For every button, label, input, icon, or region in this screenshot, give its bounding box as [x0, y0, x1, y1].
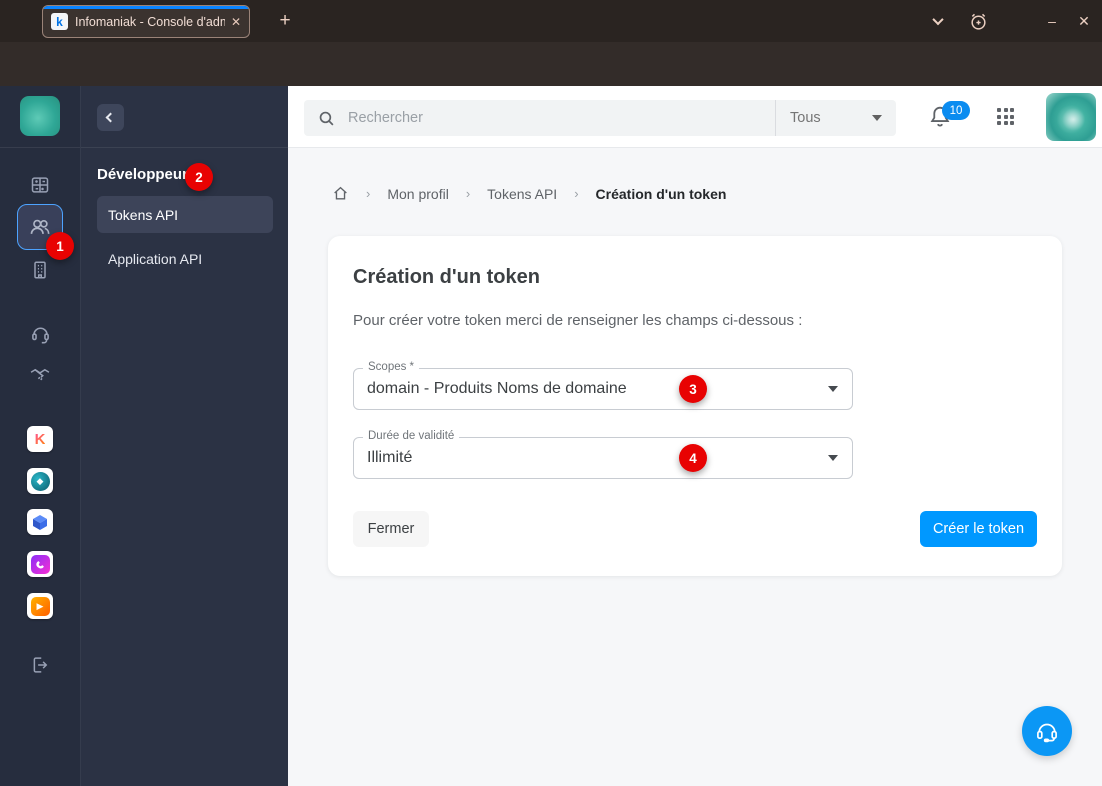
active-tab-indicator	[43, 6, 249, 9]
site-favicon-icon: k	[51, 13, 68, 30]
card-description: Pour créer votre token merci de renseign…	[353, 312, 803, 329]
users-icon[interactable]	[28, 215, 52, 239]
support-fab-button[interactable]	[1022, 706, 1072, 756]
infomaniak-logo[interactable]	[20, 96, 60, 136]
app-call-icon[interactable]	[27, 551, 53, 577]
app-play-icon[interactable]: ▶	[27, 593, 53, 619]
validity-select[interactable]: Durée de validité Illimité	[353, 430, 853, 479]
window-close-button[interactable]: ✕	[1071, 8, 1097, 34]
breadcrumb-separator: ›	[574, 186, 579, 201]
app-ksuite-icon[interactable]: K	[27, 426, 53, 452]
notification-count-badge: 10	[942, 101, 970, 120]
app-cube-icon[interactable]	[27, 509, 53, 535]
annotation-badge-4: 4	[679, 444, 707, 472]
token-creation-card: Création d'un token Pour créer votre tok…	[328, 236, 1062, 576]
app-kdrive-icon[interactable]: ◆	[27, 468, 53, 494]
organization-icon[interactable]	[28, 258, 52, 282]
chevron-down-icon	[828, 455, 838, 461]
validity-value: Illimité	[367, 449, 413, 466]
partner-handshake-icon[interactable]	[28, 363, 52, 387]
search-input[interactable]	[348, 110, 775, 126]
user-avatar[interactable]	[1046, 93, 1096, 141]
sidebar-item-application-api[interactable]: Application API	[108, 251, 202, 267]
products-icon[interactable]	[28, 173, 52, 197]
sidebar-item-tokens-api[interactable]: Tokens API	[97, 196, 273, 233]
browser-tab[interactable]: k Infomaniak - Console d'adm ✕	[42, 5, 250, 38]
support-headset-icon[interactable]	[28, 321, 52, 345]
breadcrumb-tokens-api[interactable]: Tokens API	[487, 186, 557, 202]
browser-toolbar: ← → https://manager.infomaniak.com/v3/99…	[0, 42, 1102, 122]
breadcrumb-current: Création d'un token	[595, 185, 727, 202]
sidebar-rail: K ◆ ▶	[0, 86, 80, 786]
collapse-panel-button[interactable]	[97, 104, 124, 131]
search-icon	[318, 110, 335, 127]
tab-list-chevron-icon[interactable]	[925, 8, 951, 34]
home-icon[interactable]	[332, 185, 349, 202]
new-tab-button[interactable]: +	[272, 8, 298, 34]
chevron-down-icon	[828, 386, 838, 392]
annotation-badge-1: 1	[46, 232, 74, 260]
apps-grid-button[interactable]	[997, 108, 1017, 128]
annotation-badge-2: 2	[185, 163, 213, 191]
tab-title: Infomaniak - Console d'adm	[75, 14, 225, 29]
screen: k Infomaniak - Console d'adm ✕ + – ✕ ← →	[0, 0, 1102, 786]
card-title: Création d'un token	[353, 266, 540, 288]
breadcrumb-separator: ›	[465, 186, 471, 201]
scopes-select[interactable]: Scopes * domain - Produits Noms de domai…	[353, 361, 853, 410]
panel-header	[81, 86, 288, 148]
breadcrumb: › Mon profil › Tokens API › Création d'u…	[332, 185, 726, 202]
tab-close-icon[interactable]: ✕	[231, 15, 241, 29]
breadcrumb-separator: ›	[366, 186, 371, 201]
create-token-button[interactable]: Créer le token	[920, 511, 1037, 547]
minimize-button[interactable]: –	[1039, 8, 1065, 34]
search-scope-select[interactable]: Tous	[776, 110, 896, 126]
scopes-value: domain - Produits Noms de domaine	[367, 380, 627, 397]
annotation-badge-3: 3	[679, 375, 707, 403]
app-header: Tous 10	[288, 86, 1102, 148]
sidebar-panel: Développeur Tokens API Application API	[80, 86, 288, 786]
browser-tab-bar: k Infomaniak - Console d'adm ✕ + – ✕	[0, 0, 1102, 42]
alarm-clock-icon[interactable]	[965, 8, 991, 34]
panel-heading: Développeur	[97, 166, 188, 183]
logout-icon[interactable]	[28, 653, 52, 677]
notifications-button[interactable]: 10	[928, 101, 970, 131]
rail-header	[0, 86, 80, 148]
close-button[interactable]: Fermer	[353, 511, 429, 547]
search-bar[interactable]: Tous	[304, 100, 896, 136]
breadcrumb-mon-profil[interactable]: Mon profil	[387, 186, 448, 202]
chevron-down-icon	[872, 115, 882, 121]
